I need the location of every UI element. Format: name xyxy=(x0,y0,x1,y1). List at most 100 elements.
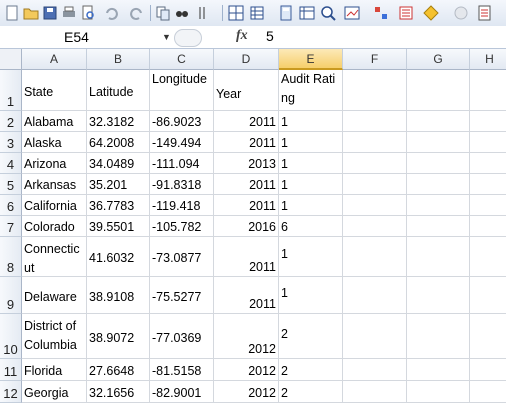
table-cell[interactable]: -105.782 xyxy=(150,216,214,237)
table-cell[interactable]: Delaware xyxy=(22,277,87,314)
table-cell[interactable] xyxy=(407,237,470,277)
table-cell[interactable] xyxy=(343,216,407,237)
column-header-e[interactable]: E xyxy=(279,49,343,70)
table-cell[interactable]: Alabama xyxy=(22,111,87,132)
table-cell[interactable]: 38.9072 xyxy=(87,314,150,359)
calculator-icon[interactable] xyxy=(277,4,295,22)
table-cell[interactable]: Latitude xyxy=(87,70,150,111)
table-cell[interactable]: -111.094 xyxy=(150,153,214,174)
table-cell[interactable] xyxy=(343,195,407,216)
column-header-h[interactable]: H xyxy=(470,49,506,70)
insert-function-icon[interactable]: fx xyxy=(236,28,248,44)
table-cell[interactable]: Arizona xyxy=(22,153,87,174)
table-cell[interactable]: 2016 xyxy=(214,216,279,237)
table-cell[interactable]: 2 xyxy=(279,381,343,403)
table-cell[interactable]: 2011 xyxy=(214,111,279,132)
table-cell[interactable]: 2011 xyxy=(214,277,279,314)
table-cell[interactable] xyxy=(343,237,407,277)
table-cell[interactable] xyxy=(343,132,407,153)
row-header[interactable]: 8 xyxy=(0,237,22,277)
chart-icon[interactable] xyxy=(343,4,361,22)
circle-icon[interactable] xyxy=(452,4,470,22)
table-cell[interactable] xyxy=(407,132,470,153)
table-cell[interactable]: Colorado xyxy=(22,216,87,237)
row-header[interactable]: 5 xyxy=(0,174,22,195)
column-header-c[interactable]: C xyxy=(150,49,214,70)
print-preview-icon[interactable] xyxy=(79,4,97,22)
table-cell[interactable]: 2 xyxy=(279,359,343,381)
table-cell[interactable]: -149.494 xyxy=(150,132,214,153)
table-cell[interactable] xyxy=(470,277,506,314)
table-cell[interactable]: Connecticut xyxy=(22,237,87,277)
table-cell[interactable]: 1 xyxy=(279,174,343,195)
column-header-g[interactable]: G xyxy=(407,49,470,70)
table-cell[interactable]: Alaska xyxy=(22,132,87,153)
table-cell[interactable]: -82.9001 xyxy=(150,381,214,403)
table-cell[interactable]: 2011 xyxy=(214,132,279,153)
table-cell[interactable] xyxy=(407,111,470,132)
formula-input[interactable]: 5 xyxy=(266,28,274,44)
table-cell[interactable] xyxy=(407,153,470,174)
borders-icon[interactable] xyxy=(227,4,245,22)
table-cell[interactable]: 2 xyxy=(279,314,343,359)
table-cell[interactable]: 64.2008 xyxy=(87,132,150,153)
table-cell[interactable] xyxy=(407,314,470,359)
row-header[interactable]: 12 xyxy=(0,381,22,403)
row-header[interactable]: 4 xyxy=(0,153,22,174)
table-cell[interactable]: District of Columbia xyxy=(22,314,87,359)
formatting-icon[interactable] xyxy=(197,4,215,22)
row-header[interactable]: 3 xyxy=(0,132,22,153)
table-cell[interactable]: 1 xyxy=(279,132,343,153)
table-cell[interactable] xyxy=(343,111,407,132)
insert-table-icon[interactable] xyxy=(249,4,267,22)
table-cell[interactable] xyxy=(407,70,470,111)
table-cell[interactable] xyxy=(470,70,506,111)
table-cell[interactable] xyxy=(470,195,506,216)
find-icon[interactable] xyxy=(173,4,191,22)
table-cell[interactable]: 34.0489 xyxy=(87,153,150,174)
table-cell[interactable] xyxy=(343,359,407,381)
row-header[interactable]: 9 xyxy=(0,277,22,314)
table-cell[interactable] xyxy=(470,174,506,195)
table-cell[interactable] xyxy=(407,277,470,314)
row-header[interactable]: 7 xyxy=(0,216,22,237)
table-cell[interactable]: Longitude xyxy=(150,70,214,111)
table-cell[interactable]: -119.418 xyxy=(150,195,214,216)
redo-icon[interactable] xyxy=(128,4,146,22)
open-folder-icon[interactable] xyxy=(22,4,40,22)
table-cell[interactable]: 1 xyxy=(279,153,343,174)
table-cell[interactable]: 35.201 xyxy=(87,174,150,195)
filter-icon[interactable] xyxy=(397,4,415,22)
table-cell[interactable]: 39.5501 xyxy=(87,216,150,237)
table-cell[interactable]: 2011 xyxy=(214,174,279,195)
table-cell[interactable]: 1 xyxy=(279,111,343,132)
table-cell[interactable]: 2011 xyxy=(214,237,279,277)
table-cell[interactable]: 1 xyxy=(279,237,343,277)
table-cell[interactable] xyxy=(407,359,470,381)
table-cell[interactable] xyxy=(343,70,407,111)
table-cell[interactable] xyxy=(470,359,506,381)
column-header-a[interactable]: A xyxy=(22,49,87,70)
table-cell[interactable]: State xyxy=(22,70,87,111)
table-cell[interactable]: -81.5158 xyxy=(150,359,214,381)
table-cell[interactable] xyxy=(470,237,506,277)
row-header[interactable]: 11 xyxy=(0,359,22,381)
table-cell[interactable]: Audit Rating xyxy=(279,70,343,111)
column-header-d[interactable]: D xyxy=(214,49,279,70)
table-cell[interactable]: 2011 xyxy=(214,195,279,216)
table-cell[interactable] xyxy=(470,153,506,174)
table-cell[interactable]: -86.9023 xyxy=(150,111,214,132)
table-cell[interactable]: 32.3182 xyxy=(87,111,150,132)
select-all-corner[interactable] xyxy=(0,49,22,70)
table-cell[interactable] xyxy=(407,381,470,403)
save-icon[interactable] xyxy=(41,4,59,22)
table-cell[interactable]: 2012 xyxy=(214,359,279,381)
row-header[interactable]: 10 xyxy=(0,314,22,359)
table-cell[interactable]: 1 xyxy=(279,195,343,216)
format-cells-icon[interactable] xyxy=(477,4,495,22)
table-cell[interactable] xyxy=(343,277,407,314)
table-cell[interactable]: 27.6648 xyxy=(87,359,150,381)
warning-icon[interactable] xyxy=(422,4,440,22)
row-header[interactable]: 1 xyxy=(0,70,22,111)
table-cell[interactable] xyxy=(470,111,506,132)
